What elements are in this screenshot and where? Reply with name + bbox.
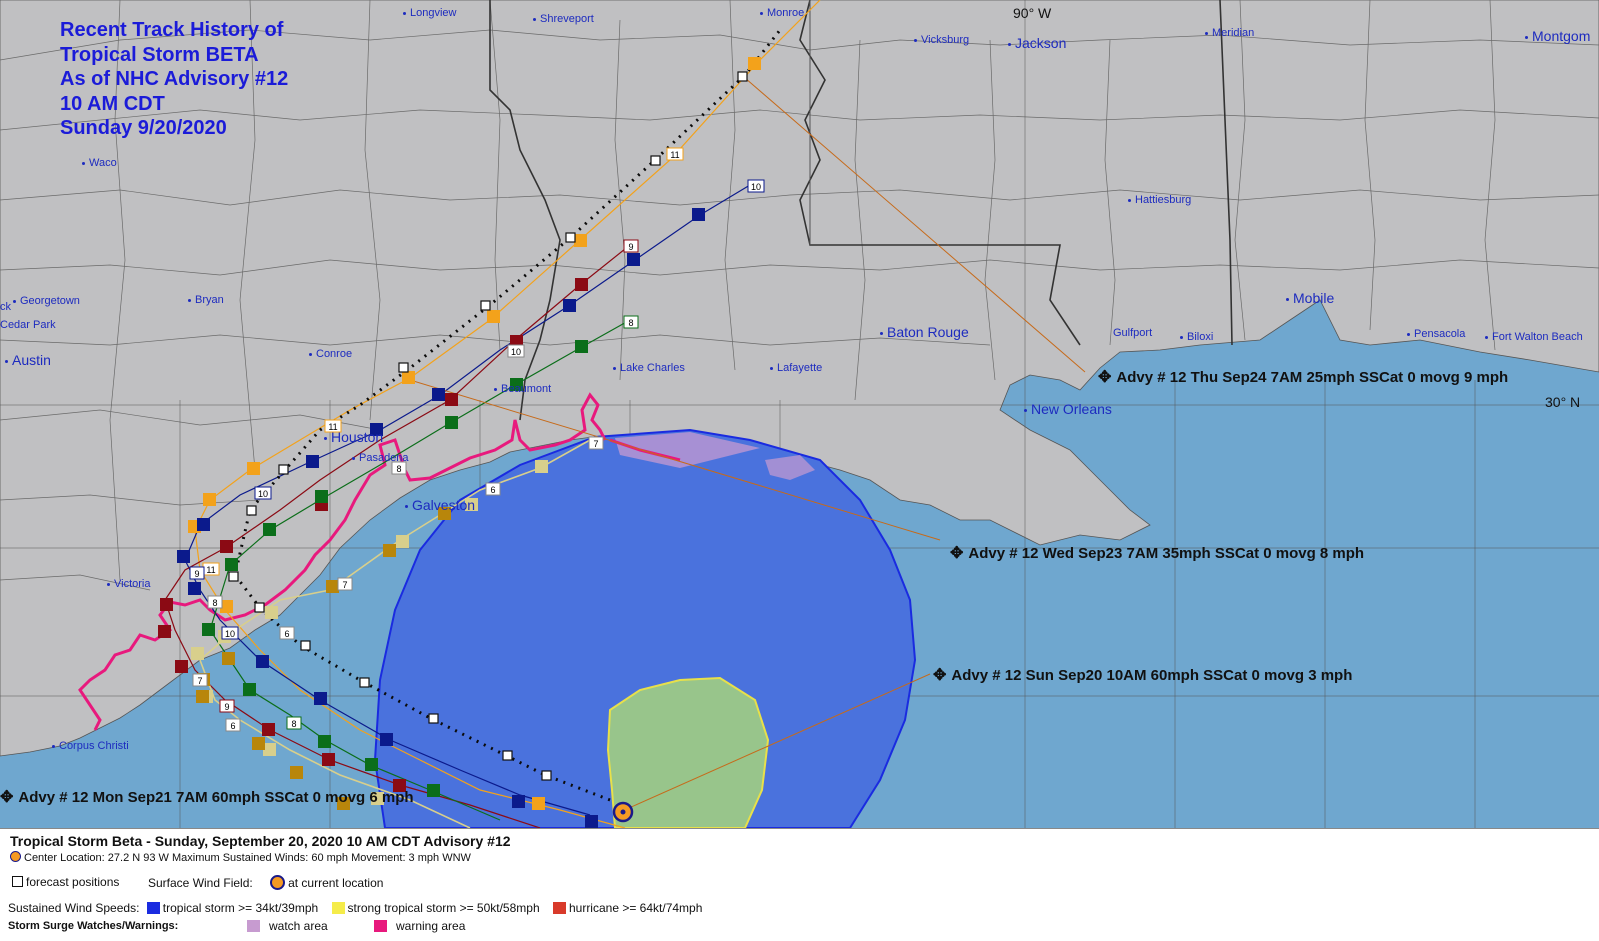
track-label: 10 [751, 182, 761, 192]
sustained-label: Sustained Wind Speeds: [8, 901, 140, 915]
track-label-box: 7 [192, 673, 208, 687]
ts-text: tropical storm >= 34kt/39mph [162, 901, 319, 915]
track-label-box: 9 [219, 699, 235, 713]
track-label: 11 [206, 565, 215, 575]
track-label: 8 [291, 719, 296, 729]
track-label: 9 [224, 702, 229, 712]
track-label: 10 [511, 347, 521, 357]
sts-text: strong tropical storm >= 50kt/58mph [347, 901, 540, 915]
track-label: 8 [212, 598, 217, 608]
sts-swatch-icon [331, 902, 345, 914]
hu-swatch-icon [552, 902, 566, 914]
track-label: 9 [194, 569, 199, 579]
track-label-box: 8 [286, 716, 302, 730]
track-label-box: 11 [666, 147, 684, 161]
watch-swatch-icon [247, 920, 260, 932]
center-line-text: Center Location: 27.2 N 93 W Maximum Sus… [24, 852, 471, 864]
center-location-icon [10, 851, 21, 862]
track-label: 10 [225, 629, 235, 639]
hu-text: hurricane >= 64kt/74mph [568, 901, 703, 915]
legend-watch: watch area [247, 919, 328, 933]
track-label: 8 [628, 318, 633, 328]
legend-surface-wind-field: Surface Wind Field: at current location [148, 875, 383, 890]
track-label: 6 [284, 629, 289, 639]
ts-swatch-icon [146, 902, 160, 914]
track-label: 11 [328, 422, 337, 432]
legend-surge-label: Storm Surge Watches/Warnings: [8, 920, 179, 932]
track-label-box: 10 [254, 486, 272, 500]
surface-wind-field-text: Surface Wind Field: [148, 876, 253, 890]
watch-text: watch area [269, 919, 328, 933]
track-label-box: 10 [747, 179, 765, 193]
track-number-labels: 11 10 9 8 7 6 10 11 8 10 11 9 8 10 6 7 7… [189, 147, 765, 732]
track-label-box: 11 [202, 562, 220, 576]
warning-text: warning area [396, 919, 466, 933]
track-label: 9 [628, 242, 633, 252]
track-label-box: 7 [337, 577, 353, 591]
forecast-square-icon [12, 876, 23, 887]
track-label: 7 [593, 439, 598, 449]
track-label: 6 [490, 485, 495, 495]
track-label: 6 [230, 721, 235, 731]
track-label: 8 [396, 464, 401, 474]
track-label-box: 6 [225, 718, 241, 732]
track-label-box: 9 [623, 239, 639, 253]
track-label-box: 8 [391, 461, 407, 475]
current-location-text: at current location [288, 876, 384, 890]
track-label: 7 [342, 580, 347, 590]
track-label-box: 10 [507, 344, 525, 358]
legend-forecast-positions: forecast positions [12, 875, 119, 889]
legend-sustained-winds: Sustained Wind Speeds: tropical storm >=… [8, 901, 702, 915]
track-label-box: 11 [324, 419, 342, 433]
track-label-box: 7 [588, 436, 604, 450]
legend-center-line: Center Location: 27.2 N 93 W Maximum Sus… [10, 851, 471, 864]
track-label: 11 [670, 150, 679, 160]
forecast-positions-text: forecast positions [26, 875, 120, 889]
track-label: 7 [197, 676, 202, 686]
map-legend: Tropical Storm Beta - Sunday, September … [0, 828, 1599, 941]
track-label-box: 6 [279, 626, 295, 640]
warning-swatch-icon [374, 920, 387, 932]
legend-header: Tropical Storm Beta - Sunday, September … [10, 833, 511, 849]
track-label-box: 10 [221, 626, 239, 640]
track-label-box: 6 [485, 482, 501, 496]
storm-position-icon [270, 875, 286, 890]
legend-warning: warning area [374, 919, 465, 933]
track-label-box: 9 [189, 566, 205, 580]
track-label: 10 [258, 489, 268, 499]
track-label-box: 8 [623, 315, 639, 329]
track-label-box: 8 [207, 595, 223, 609]
